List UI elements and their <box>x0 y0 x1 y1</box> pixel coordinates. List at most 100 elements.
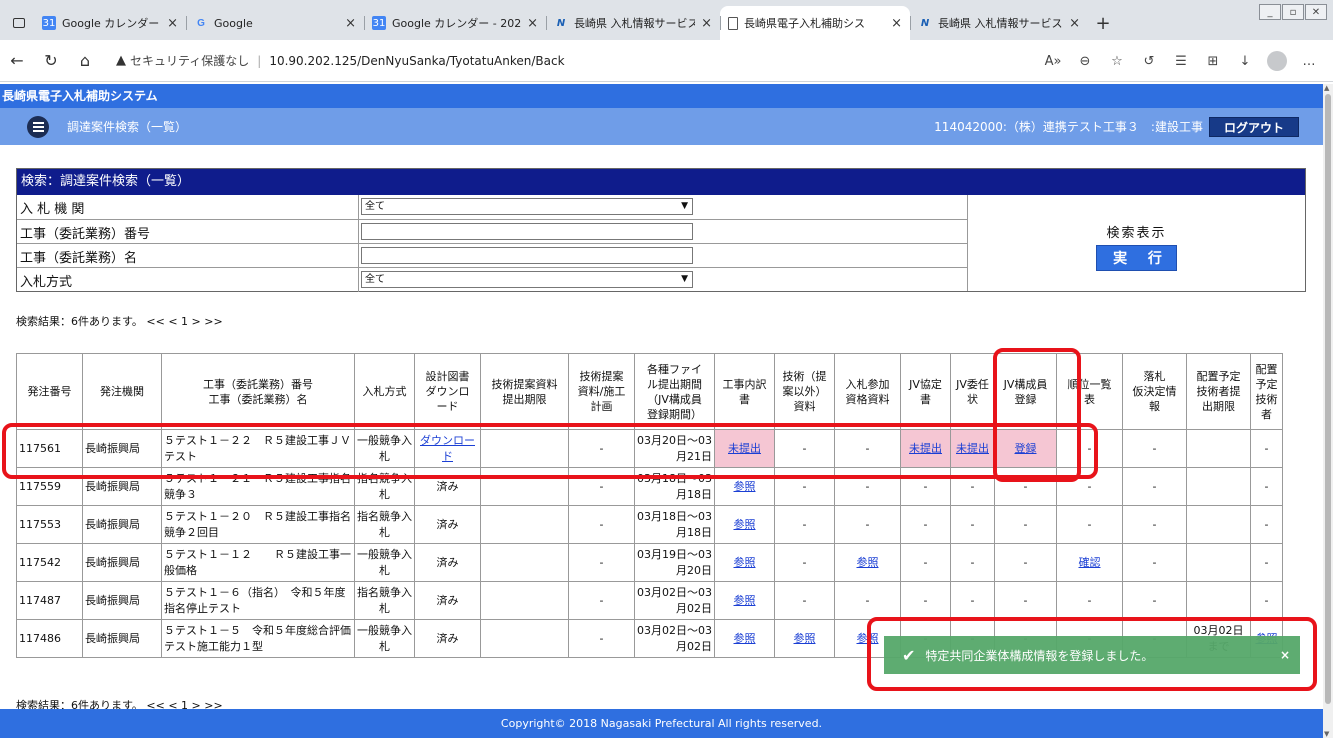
bid-method-select[interactable]: 全て ▼ <box>361 271 693 288</box>
table-cell: 長崎振興局 <box>82 429 162 468</box>
cell-link[interactable]: 参照 <box>734 518 756 531</box>
cell-link[interactable]: 参照 <box>734 594 756 607</box>
cell-text: - <box>1087 479 1092 493</box>
warning-icon[interactable]: ▲ <box>116 53 126 68</box>
cell-text: - <box>1023 555 1028 569</box>
agency-select[interactable]: 全て ▼ <box>361 198 693 215</box>
browser-tab-active[interactable]: 長崎県電子入札補助シス × <box>720 6 910 40</box>
restore-icon[interactable]: ▫ <box>1282 4 1304 20</box>
logout-button[interactable]: ログアウト <box>1208 116 1299 137</box>
browser-tab-bar: 31 Google カレンダー - 2024年 × G Google × 31 … <box>0 0 1333 40</box>
back-icon[interactable]: ← <box>0 51 34 70</box>
table-cell: 一般競争入札 <box>354 619 415 658</box>
table-cell: 参照 <box>714 505 775 544</box>
download-icon[interactable]: ↓ <box>1229 54 1261 69</box>
zoom-icon[interactable]: ⊖ <box>1069 54 1101 69</box>
cell-link[interactable]: 参照 <box>857 632 879 645</box>
favorite-icon[interactable]: ☆ <box>1101 54 1133 69</box>
close-tab-icon[interactable]: × <box>701 16 712 31</box>
cell-link[interactable]: 参照 <box>734 480 756 493</box>
execute-button[interactable]: 実 行 <box>1096 244 1177 271</box>
cell-link[interactable]: 参照 <box>794 632 816 645</box>
refresh-icon[interactable]: ↺ <box>1133 54 1165 69</box>
cell-text: - <box>1152 555 1157 569</box>
avatar[interactable] <box>1267 51 1287 71</box>
cell-text: 長崎振興局 <box>85 517 140 531</box>
project-name-input[interactable] <box>361 247 693 264</box>
reload-icon[interactable]: ↻ <box>34 51 68 70</box>
cell-link[interactable]: 参照 <box>734 556 756 569</box>
close-tab-icon[interactable]: × <box>345 16 356 31</box>
table-cell: - <box>994 543 1057 582</box>
cell-link[interactable]: 未提出 <box>909 442 942 455</box>
cell-text: - <box>1087 593 1092 607</box>
cell-text: - <box>1023 593 1028 607</box>
toast-close-button[interactable]: × <box>1280 648 1290 662</box>
cell-text: - <box>802 555 807 569</box>
browser-tab[interactable]: 31 Google カレンダー - 2024年 × <box>34 6 186 40</box>
cell-link[interactable]: 確認 <box>1079 556 1101 569</box>
cell-text: - <box>923 517 928 531</box>
vertical-scrollbar[interactable]: ▲ ▼ <box>1323 84 1333 738</box>
column-header: 発注番号 <box>16 353 83 430</box>
close-tab-icon[interactable]: × <box>167 16 178 31</box>
table-cell: 未提出 <box>900 429 951 468</box>
column-header: JV委任 状 <box>950 353 995 430</box>
cell-text: - <box>970 555 975 569</box>
home-icon[interactable]: ⌂ <box>68 51 102 70</box>
cell-text: 03月20日～03月21日 <box>637 433 712 463</box>
search-row-name: 工事（委託業務）名 <box>17 243 967 268</box>
browser-toolbar: A» ⊖ ☆ ↺ ☰ ⊞ ↓ … <box>1037 40 1325 82</box>
cell-text: - <box>923 479 928 493</box>
cell-link[interactable]: ダウンロード <box>420 434 475 463</box>
table-cell: 済み <box>414 505 481 544</box>
cell-link[interactable]: 登録 <box>1015 442 1037 455</box>
table-cell: ５テスト１－２０ Ｒ５建設工事指名競争２回目 <box>161 505 355 544</box>
minimize-icon[interactable]: _ <box>1259 4 1281 20</box>
close-tab-icon[interactable]: × <box>1069 16 1080 31</box>
column-header: 各種ファイ ル提出期間 （JV構成員 登録期間） <box>634 353 715 430</box>
scroll-thumb[interactable] <box>1325 94 1331 704</box>
cell-link[interactable]: 未提出 <box>728 442 761 455</box>
table-cell: - <box>834 467 901 506</box>
sub-header: 調達案件検索（一覧） 114042000:（株）連携テスト工事３ :建設工事 ロ… <box>0 108 1323 145</box>
cell-text: - <box>970 479 975 493</box>
close-window-icon[interactable]: ✕ <box>1305 4 1327 20</box>
table-cell: - <box>1122 467 1187 506</box>
cell-text: ５テスト１－６（指名） 令和５年度指名停止テスト <box>164 585 346 615</box>
tab-actions-icon[interactable] <box>4 6 34 40</box>
url-field[interactable]: ▲ セキュリティ保護なし | 10.90.202.125/DenNyuSanka… <box>116 47 916 75</box>
close-tab-icon[interactable]: × <box>527 16 538 31</box>
browser-tab[interactable]: 31 Google カレンダー - 2024年 × <box>364 6 546 40</box>
cell-link[interactable]: 参照 <box>734 632 756 645</box>
column-header: 技術提案 資料/施工 計画 <box>568 353 635 430</box>
close-tab-icon[interactable]: × <box>891 16 902 31</box>
table-cell: 長崎振興局 <box>82 619 162 658</box>
favorites-list-icon[interactable]: ☰ <box>1165 54 1197 69</box>
new-tab-icon[interactable]: + <box>1088 6 1118 40</box>
column-header: 発注機関 <box>82 353 162 430</box>
project-number-input[interactable] <box>361 223 693 240</box>
browser-tab[interactable]: N 長崎県 入札情報サービス × <box>910 6 1088 40</box>
table-cell: - <box>1122 429 1187 468</box>
cell-link[interactable]: 未提出 <box>956 442 989 455</box>
browser-tab[interactable]: N 長崎県 入札情報サービス × <box>546 6 720 40</box>
more-icon[interactable]: … <box>1293 54 1325 69</box>
table-cell: 03月02日～03月02日 <box>634 619 715 658</box>
read-aloud-icon[interactable]: A» <box>1037 54 1069 69</box>
collections-icon[interactable]: ⊞ <box>1197 54 1229 69</box>
cell-text: - <box>1152 517 1157 531</box>
table-row: 117561 長崎振興局 ５テスト１－２２ Ｒ５建設工事ＪＶテスト 一般競争入札 ダウン… <box>16 429 1283 468</box>
cell-text: 117542 <box>19 555 61 569</box>
cell-text: 117559 <box>19 479 61 493</box>
cell-text: - <box>599 555 604 569</box>
table-cell: 03月20日～03月21日 <box>634 429 715 468</box>
cell-link[interactable]: 参照 <box>857 556 879 569</box>
menu-icon[interactable] <box>27 115 49 138</box>
table-cell: 済み <box>414 581 481 620</box>
browser-tab[interactable]: G Google × <box>186 6 364 40</box>
google-icon: G <box>197 17 205 29</box>
table-cell: 117561 <box>16 429 83 468</box>
table-cell: ダウンロード <box>414 429 481 468</box>
table-cell <box>480 505 569 544</box>
